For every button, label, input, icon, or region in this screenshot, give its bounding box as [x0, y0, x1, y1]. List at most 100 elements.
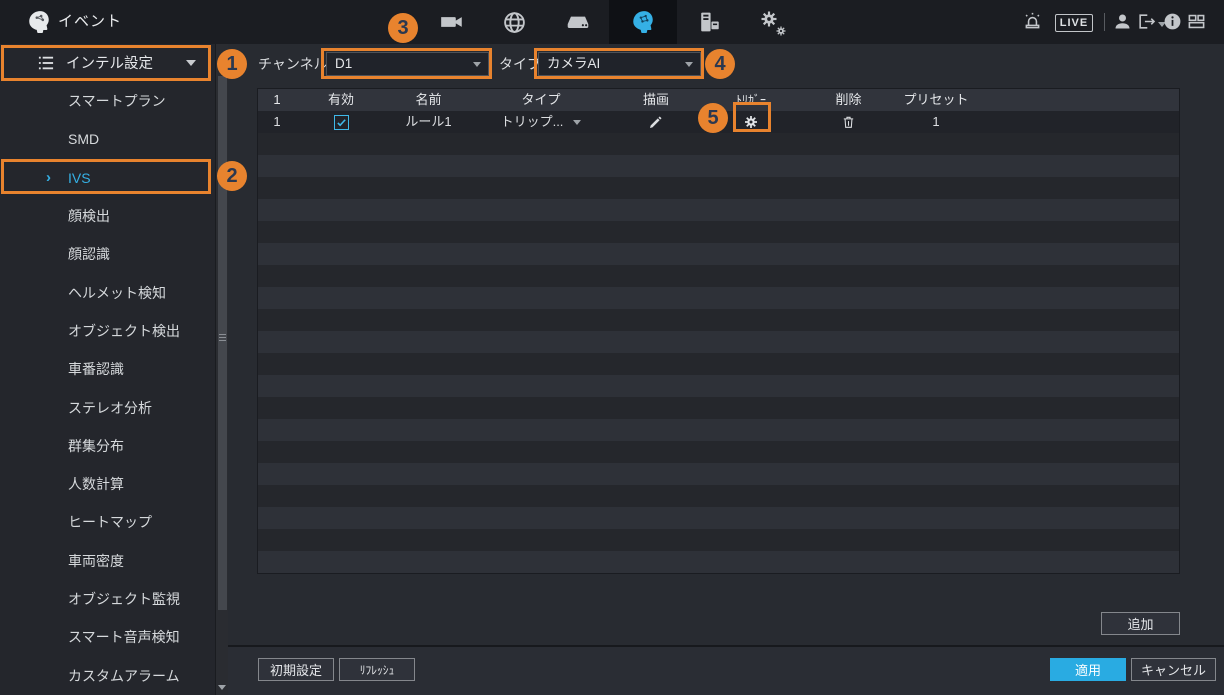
sidebar: インテル設定 スマートプラン SMD ›IVS 顔検出顔認識ヘルメット検知オブジェクト… [0, 44, 228, 695]
table-empty-row [258, 353, 1179, 375]
rule-type-value: トリップ... [501, 111, 564, 133]
table-empty-row [258, 397, 1179, 419]
screen-layout-icon[interactable] [1187, 12, 1206, 31]
type-label: タイプ [499, 52, 541, 76]
type-dropdown[interactable]: カメラAI [538, 52, 701, 76]
page-title: イベント [58, 0, 122, 44]
sidebar-item-顔認識[interactable]: 顔認識 [0, 235, 215, 273]
table-empty-row [258, 375, 1179, 397]
sidebar-item-車番認識[interactable]: 車番認識 [0, 350, 215, 388]
table-empty-row [258, 463, 1179, 485]
sidebar-item-ヒートマップ[interactable]: ヒートマップ [0, 503, 215, 541]
table-empty-rows [258, 133, 1179, 573]
dropdown-caret-icon [685, 62, 693, 67]
rule-table: 1 有効 名前 タイプ 描画 ﾄﾘｶﾞｰ 削除 プリセット 1 ルール1 トリッ… [257, 88, 1180, 574]
sidebar-menu-label: インテル設定 [66, 52, 153, 73]
sidebar-item-label: スマートプラン [68, 91, 166, 111]
table-empty-row [258, 441, 1179, 463]
channel-dropdown[interactable]: D1 [326, 52, 489, 76]
logout-icon[interactable] [1137, 12, 1156, 31]
column-header-preset: プリセット [896, 89, 976, 111]
sidebar-item-ステレオ分析[interactable]: ステレオ分析 [0, 388, 215, 426]
sidebar-item-人数計算[interactable]: 人数計算 [0, 465, 215, 503]
sidebar-item-SMD[interactable]: SMD [0, 120, 215, 158]
table-header-row: 1 有効 名前 タイプ 描画 ﾄﾘｶﾞｰ 削除 プリセット [258, 89, 1179, 111]
table-empty-row [258, 309, 1179, 331]
apply-button[interactable]: 適用 [1050, 658, 1126, 681]
trigger-gear-icon[interactable] [743, 114, 759, 130]
sidebar-item-オブジェクト監視[interactable]: オブジェクト監視 [0, 580, 215, 618]
chevron-down-icon [186, 60, 196, 66]
nav-storage-icon[interactable] [546, 0, 609, 44]
sidebar-item-IVS[interactable]: ›IVS [0, 159, 215, 197]
sidebar-item-label: オブジェクト検出 [68, 321, 180, 341]
sidebar-item-車両密度[interactable]: 車両密度 [0, 542, 215, 580]
nav-ai-icon[interactable] [609, 0, 677, 44]
sidebar-item-label: 顔検出 [68, 206, 110, 226]
user-icon[interactable] [1112, 11, 1133, 32]
column-header-no: 1 [258, 89, 296, 111]
nav-settings-gears-icon[interactable] [740, 0, 803, 44]
sidebar-item-label: 人数計算 [68, 474, 124, 494]
nav-device-icon[interactable] [677, 0, 740, 44]
cancel-button[interactable]: キャンセル [1131, 658, 1216, 681]
table-empty-row [258, 331, 1179, 353]
sidebar-item-label: ヒートマップ [68, 512, 152, 532]
rule-number: 1 [258, 111, 296, 133]
sidebar-item-label: SMD [68, 131, 99, 147]
sidebar-item-カスタムアラーム[interactable]: カスタムアラーム [0, 656, 215, 694]
table-empty-row [258, 155, 1179, 177]
sidebar-item-オブジェクト検出[interactable]: オブジェクト検出 [0, 312, 215, 350]
table-empty-row [258, 177, 1179, 199]
nav-network-icon[interactable] [483, 0, 546, 44]
sidebar-item-label: 車両密度 [68, 551, 124, 571]
column-header-trigger: ﾄﾘｶﾞｰ [701, 89, 801, 111]
table-empty-row [258, 265, 1179, 287]
rule-type-dropdown[interactable]: トリップ... [501, 111, 582, 133]
refresh-button[interactable]: ﾘﾌﾚｯｼｭ [339, 658, 415, 681]
sidebar-item-スマート音声検知[interactable]: スマート音声検知 [0, 618, 215, 656]
sidebar-item-label: カスタムアラーム [68, 666, 180, 686]
scrollbar-down-arrow-icon[interactable] [218, 685, 226, 690]
table-empty-row [258, 199, 1179, 221]
rule-name: ルール1 [386, 111, 471, 133]
info-icon[interactable] [1163, 12, 1182, 31]
default-button[interactable]: 初期設定 [258, 658, 334, 681]
table-empty-row [258, 485, 1179, 507]
sidebar-item-群集分布[interactable]: 群集分布 [0, 427, 215, 465]
main-content: チャンネル D1 タイプ カメラAI 1 有効 名前 タイプ 描画 ﾄﾘｶﾞｰ … [228, 44, 1224, 695]
draw-pencil-icon[interactable] [648, 114, 664, 130]
dropdown-caret-icon [473, 62, 481, 67]
sidebar-menu-dropdown[interactable]: インテル設定 [0, 44, 212, 81]
type-value: カメラAI [547, 56, 600, 71]
check-icon [336, 117, 347, 128]
sidebar-item-label: ヘルメット検知 [68, 283, 166, 303]
live-button[interactable]: LIVE [1055, 14, 1093, 32]
column-header-draw: 描画 [611, 89, 701, 111]
sidebar-item-顔検出[interactable]: 顔検出 [0, 197, 215, 235]
sidebar-item-list: スマートプラン SMD ›IVS 顔検出顔認識ヘルメット検知オブジェクト検出車番認識ス… [0, 82, 215, 695]
sidebar-scrollbar[interactable] [215, 44, 228, 695]
rule-row: 1 ルール1 トリップ... [258, 111, 1179, 133]
table-empty-row [258, 133, 1179, 155]
topbar-divider [1104, 13, 1105, 31]
column-header-delete: 削除 [801, 89, 896, 111]
enable-checkbox[interactable] [334, 115, 349, 130]
list-icon [36, 53, 56, 73]
column-header-type: タイプ [471, 89, 611, 111]
sidebar-item-label: オブジェクト監視 [68, 589, 180, 609]
sidebar-item-スマートプラン[interactable]: スマートプラン [0, 82, 215, 120]
delete-trash-icon[interactable] [841, 114, 856, 130]
alarm-siren-icon[interactable] [1022, 11, 1043, 32]
table-empty-row [258, 243, 1179, 265]
sidebar-item-label: 顔認識 [68, 244, 110, 264]
sidebar-item-ヘルメット検知[interactable]: ヘルメット検知 [0, 273, 215, 311]
main-nav [420, 0, 803, 44]
scrollbar-thumb[interactable] [218, 76, 227, 610]
sidebar-item-label: 車番認識 [68, 359, 124, 379]
add-button[interactable]: 追加 [1101, 612, 1180, 635]
column-header-name: 名前 [386, 89, 471, 111]
nav-camera-icon[interactable] [420, 0, 483, 44]
table-empty-row [258, 507, 1179, 529]
sidebar-item-label: 群集分布 [68, 436, 124, 456]
